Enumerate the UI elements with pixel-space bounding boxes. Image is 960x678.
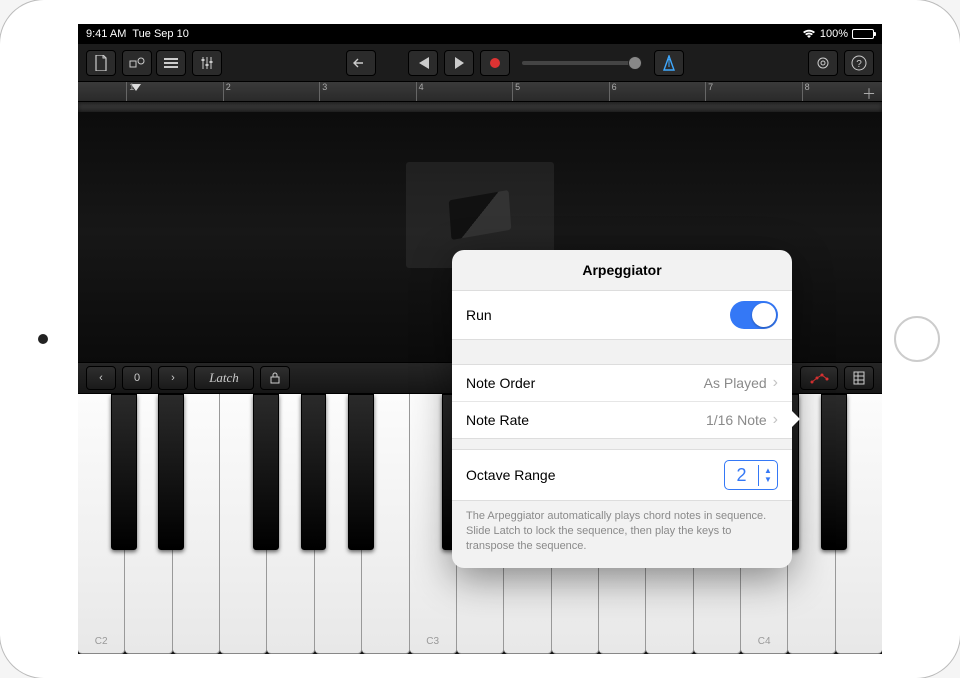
ruler-mark: 2 bbox=[223, 82, 231, 101]
undo-icon bbox=[353, 57, 369, 69]
key-label: C3 bbox=[426, 636, 439, 647]
sustain-lock-button[interactable] bbox=[260, 366, 290, 390]
slider-thumb[interactable] bbox=[628, 56, 642, 70]
camera-dot bbox=[38, 334, 48, 344]
settings-button[interactable] bbox=[808, 50, 838, 76]
keyboard-layout-button[interactable] bbox=[844, 366, 874, 390]
master-volume-slider[interactable] bbox=[522, 61, 642, 65]
octave-range-row: Octave Range 2 ▲ ▼ bbox=[452, 450, 792, 500]
octave-readout: 0 bbox=[122, 366, 152, 390]
play-button[interactable] bbox=[444, 50, 474, 76]
lock-icon bbox=[270, 372, 280, 384]
keyboard-layout-icon bbox=[853, 371, 865, 385]
chevron-right-icon: › bbox=[773, 375, 778, 391]
screen: 9:41 AM Tue Sep 10 100% bbox=[78, 24, 882, 654]
ruler-mark: 7 bbox=[705, 82, 713, 101]
svg-text:?: ? bbox=[856, 59, 862, 70]
stepper-down-icon[interactable]: ▼ bbox=[759, 475, 777, 484]
black-key[interactable] bbox=[301, 394, 327, 550]
record-button[interactable] bbox=[480, 50, 510, 76]
metronome-icon bbox=[662, 55, 676, 71]
help-icon: ? bbox=[851, 55, 867, 71]
track-controls-button[interactable] bbox=[192, 50, 222, 76]
add-track-button[interactable]: ＋ bbox=[862, 84, 876, 104]
wifi-icon bbox=[802, 29, 816, 39]
metronome-button[interactable] bbox=[654, 50, 684, 76]
key-label: C4 bbox=[758, 636, 771, 647]
note-rate-label: Note Rate bbox=[466, 412, 529, 428]
battery-icon bbox=[852, 29, 874, 39]
grand-piano-icon bbox=[449, 190, 512, 240]
rewind-icon bbox=[416, 57, 430, 69]
tracks-button[interactable] bbox=[156, 50, 186, 76]
black-key[interactable] bbox=[821, 394, 847, 550]
ruler-mark: 8 bbox=[802, 82, 810, 101]
ruler-mark: 6 bbox=[609, 82, 617, 101]
battery-percent: 100% bbox=[820, 28, 848, 40]
browser-icon bbox=[129, 57, 145, 69]
note-order-row[interactable]: Note Order As Played › bbox=[452, 365, 792, 402]
help-button[interactable]: ? bbox=[844, 50, 874, 76]
stepper-up-icon[interactable]: ▲ bbox=[759, 466, 777, 475]
note-order-value: As Played bbox=[704, 375, 767, 391]
run-toggle[interactable] bbox=[730, 301, 778, 329]
ipad-frame: 9:41 AM Tue Sep 10 100% bbox=[0, 0, 960, 678]
note-rate-value: 1/16 Note bbox=[706, 412, 767, 428]
chevron-right-icon: › bbox=[773, 412, 778, 428]
arpeggiator-popover: Arpeggiator Run Note Order As Played › bbox=[452, 250, 792, 568]
timeline-ruler[interactable]: 1 2 3 4 5 6 7 8 ＋ bbox=[78, 82, 882, 102]
arpeggiator-button[interactable] bbox=[800, 366, 838, 390]
run-label: Run bbox=[466, 307, 492, 323]
ruler-mark: 1 bbox=[126, 82, 134, 101]
octave-up-button[interactable]: › bbox=[158, 366, 188, 390]
octave-range-stepper[interactable]: 2 ▲ ▼ bbox=[724, 460, 778, 490]
octave-range-label: Octave Range bbox=[466, 467, 556, 483]
gear-icon bbox=[815, 55, 831, 71]
status-time: 9:41 AM bbox=[86, 28, 126, 40]
ruler-mark: 4 bbox=[416, 82, 424, 101]
home-button[interactable] bbox=[894, 316, 940, 362]
undo-button[interactable] bbox=[346, 50, 376, 76]
black-key[interactable] bbox=[253, 394, 279, 550]
tracks-icon bbox=[163, 57, 179, 69]
document-icon bbox=[94, 55, 108, 71]
browser-button[interactable] bbox=[122, 50, 152, 76]
popover-title: Arpeggiator bbox=[452, 250, 792, 290]
ruler-mark: 3 bbox=[319, 82, 327, 101]
status-date: Tue Sep 10 bbox=[132, 28, 188, 40]
black-key[interactable] bbox=[158, 394, 184, 550]
app-toolbar: ? bbox=[78, 44, 882, 82]
black-key[interactable] bbox=[348, 394, 374, 550]
octave-range-value: 2 bbox=[725, 465, 759, 486]
arpeggiator-icon bbox=[809, 372, 829, 384]
status-bar: 9:41 AM Tue Sep 10 100% bbox=[78, 24, 882, 44]
black-key[interactable] bbox=[111, 394, 137, 550]
run-row: Run bbox=[452, 291, 792, 339]
my-songs-button[interactable] bbox=[86, 50, 116, 76]
popover-footer: The Arpeggiator automatically plays chor… bbox=[452, 501, 792, 568]
go-to-start-button[interactable] bbox=[408, 50, 438, 76]
key-label: C2 bbox=[95, 636, 108, 647]
play-icon bbox=[455, 57, 464, 69]
latch-button[interactable]: Latch bbox=[194, 366, 254, 390]
sliders-icon bbox=[200, 56, 214, 70]
instrument-rim bbox=[78, 102, 882, 112]
note-order-label: Note Order bbox=[466, 375, 535, 391]
note-rate-row[interactable]: Note Rate 1/16 Note › bbox=[452, 402, 792, 438]
octave-down-button[interactable]: ‹ bbox=[86, 366, 116, 390]
ruler-mark: 5 bbox=[512, 82, 520, 101]
record-icon bbox=[490, 58, 500, 68]
